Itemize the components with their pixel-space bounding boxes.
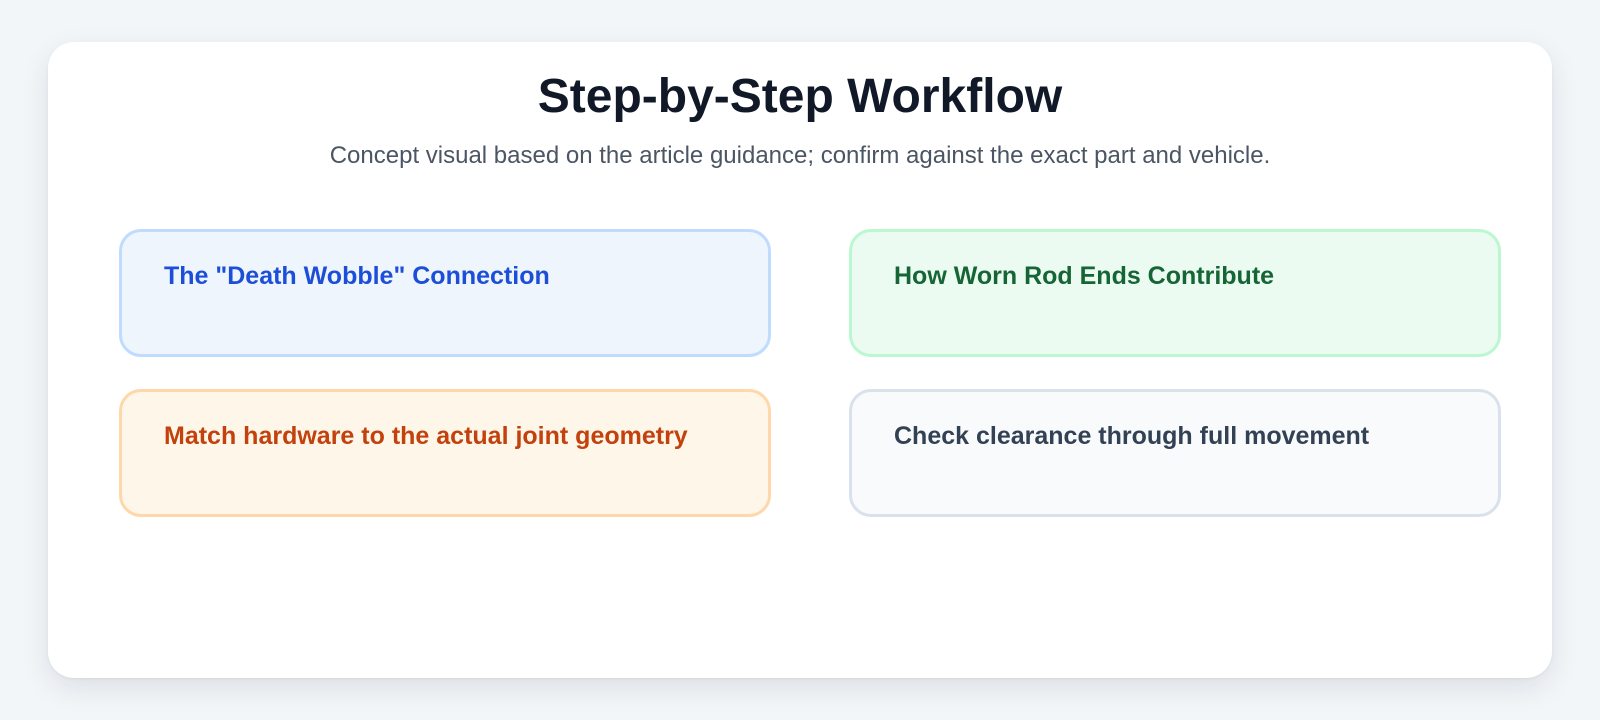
card-title: The "Death Wobble" Connection (164, 262, 550, 290)
page-subtitle: Concept visual based on the article guid… (329, 142, 1271, 169)
workflow-card-check-clearance: Check clearance through full movement (849, 389, 1501, 517)
workflow-panel: Step-by-Step Workflow Concept visual bas… (48, 42, 1552, 678)
card-title: How Worn Rod Ends Contribute (894, 262, 1275, 290)
page-title: Step-by-Step Workflow (537, 70, 1063, 123)
card-title: Match hardware to the actual joint geome… (164, 422, 688, 450)
workflow-card-death-wobble: The "Death Wobble" Connection (119, 229, 771, 357)
workflow-card-worn-rod-ends: How Worn Rod Ends Contribute (849, 229, 1501, 357)
card-title: Check clearance through full movement (894, 422, 1370, 450)
workflow-card-match-hardware: Match hardware to the actual joint geome… (119, 389, 771, 517)
